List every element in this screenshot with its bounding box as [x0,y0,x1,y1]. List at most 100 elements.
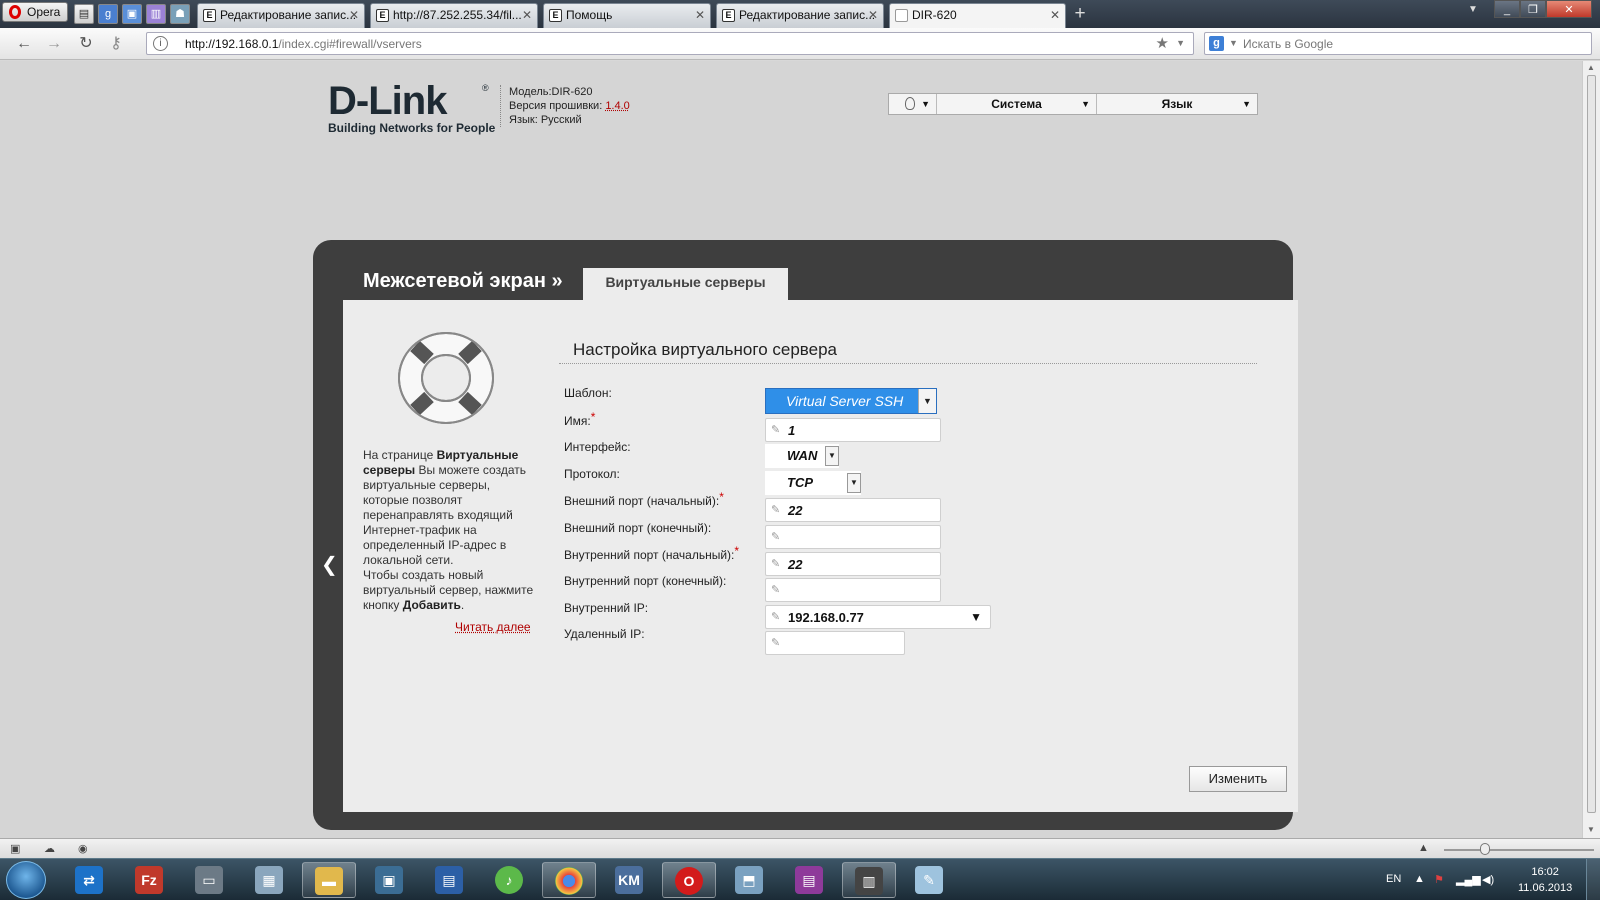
int-port-start-input[interactable]: ✎ 22 [765,552,941,576]
computer-icon[interactable]: ▭ [182,862,236,898]
back-arrow-icon[interactable]: ❮ [321,552,338,577]
forward-button[interactable]: → [44,34,64,54]
reload-button[interactable]: ↻ [76,34,96,54]
google-icon[interactable]: g [1209,36,1224,51]
monitor-icon[interactable]: ▣ [362,862,416,898]
browser-status-bar: ▣ ☁ ◉ ▲ [0,838,1600,858]
address-bar[interactable]: i http://192.168.0.1/index.cgi#firewall/… [146,32,1194,55]
tab-close-icon[interactable]: ✕ [522,4,532,27]
zoom-slider-knob[interactable] [1480,843,1490,855]
tab-dir-620[interactable]: DIR-620 ✕ [889,3,1066,28]
pencil-icon: ✎ [771,637,781,649]
name-label: Имя:* [564,410,596,428]
interface-select[interactable]: WAN ▼ [765,444,839,468]
change-button[interactable]: Изменить [1189,766,1287,792]
calculator-icon[interactable]: ▦ [242,862,296,898]
int-port-end-input[interactable]: ✎ [765,578,941,602]
opera-icon[interactable]: O [662,862,716,898]
tab-close-icon[interactable]: ✕ [1050,4,1060,27]
help-text: На странице Виртуальные серверы Вы может… [363,448,534,612]
volume-icon[interactable]: ◀) [1482,873,1494,886]
speed-dial-pinned-tab[interactable]: ▤ [74,4,94,24]
protocol-select[interactable]: TCP ▼ [765,471,861,495]
maximize-button[interactable]: ❐ [1520,0,1546,18]
messenger-pinned-tab[interactable]: ▣ [122,4,142,24]
paint-icon[interactable]: ✎ [902,862,956,898]
breadcrumb[interactable]: Межсетевой экран » [363,270,563,293]
winamp-icon[interactable]: ♪ [482,862,536,898]
show-desktop-button[interactable] [1586,859,1600,900]
close-window-button[interactable]: ✕ [1546,0,1592,18]
search-engine-chevron-icon[interactable]: ▼ [1229,38,1238,48]
tab-close-icon[interactable]: ✕ [695,4,705,27]
floppy-icon[interactable]: ▤ [422,862,476,898]
tab-title: DIR-620 [912,8,957,22]
help-menu[interactable]: ▼ [889,94,937,114]
ext-port-end-input[interactable]: ✎ [765,525,941,549]
system-menu[interactable]: Система ▼ [937,94,1097,114]
winrar-icon[interactable]: ▤ [782,862,836,898]
kmplayer-icon[interactable]: KM [602,862,656,898]
movie-maker-icon[interactable]: ▥ [842,862,896,898]
firmware-version[interactable]: 1.4.0 [605,100,629,112]
google-pinned-tab[interactable]: g [98,4,118,24]
show-hidden-icons-icon[interactable]: ▲ [1414,873,1425,885]
clock[interactable]: 16:02 11.06.2013 [1518,864,1572,896]
explorer-icon[interactable]: ▬ [302,862,356,898]
tabs-list-chevron-icon[interactable]: ▼ [1468,4,1478,15]
scroll-down-icon[interactable]: ▼ [1587,825,1595,834]
url-text[interactable]: http://192.168.0.1/index.cgi#firewall/vs… [185,37,422,51]
page-icon: E [376,9,389,22]
zoom-slider[interactable] [1444,849,1594,851]
android-pinned-tab[interactable]: ☗ [170,4,190,24]
read-more-link[interactable]: Читать далее [455,620,531,634]
template-select[interactable]: Virtual Server SSH ▼ [765,388,937,414]
ext-port-start-input[interactable]: ✎ 22 [765,498,941,522]
antivirus-icon[interactable]: ⚑ [1434,873,1444,886]
chrome-icon[interactable] [542,862,596,898]
site-info-icon[interactable]: i [153,36,168,51]
language-menu[interactable]: Язык ▼ [1097,94,1257,114]
search-placeholder: Искать в Google [1243,37,1334,51]
view-toggle-icon[interactable]: ▲ [1418,842,1429,854]
scroll-up-icon[interactable]: ▲ [1587,63,1595,72]
tab-edit-record-1[interactable]: E Редактирование запис... ✕ [197,3,365,28]
panel-toggle-icon[interactable]: ▣ [10,842,20,855]
input-language[interactable]: EN [1386,873,1401,885]
search-field[interactable]: g ▼ Искать в Google [1204,32,1592,55]
scroll-thumb[interactable] [1587,75,1596,813]
network-signal-icon[interactable]: ▂▄▆ [1456,873,1481,886]
back-button[interactable]: ← [14,34,34,54]
internal-ip-combobox[interactable]: ✎ 192.168.0.77 ▼ [765,605,991,629]
internal-ip-label: Внутренний IP: [564,601,649,615]
chevron-down-icon: ▼ [847,473,861,493]
tab-close-icon[interactable]: ✕ [868,4,878,27]
window-controls: _ ❐ ✕ [1494,0,1600,20]
remote-ip-input[interactable]: ✎ [765,631,905,655]
bookmark-star-icon[interactable]: ★ [1156,34,1169,52]
opera-menu-button[interactable]: Opera [2,2,68,22]
device-info: Модель:DIR-620 Версия прошивки: 1.4.0 Яз… [500,85,630,127]
tab-help[interactable]: E Помощь ✕ [543,3,711,28]
url-history-chevron-icon[interactable]: ▼ [1176,38,1185,48]
key-icon[interactable]: ⚷ [106,34,126,54]
vertical-scrollbar[interactable]: ▲ ▼ [1582,61,1600,838]
tab-file-server[interactable]: E http://87.252.255.34/fil... ✕ [370,3,538,28]
name-input[interactable]: ✎ 1 [765,418,941,442]
chevron-down-icon[interactable]: ▼ [970,610,982,624]
opera-logo-icon [9,5,21,19]
cloud-icon[interactable]: ☁ [44,842,55,855]
new-tab-button[interactable]: + [1070,3,1090,25]
start-button[interactable] [6,861,46,899]
tab-edit-record-2[interactable]: E Редактирование запис... ✕ [716,3,884,28]
tab-virtual-servers[interactable]: Виртуальные серверы [583,268,788,300]
turbo-icon[interactable]: ◉ [78,842,88,855]
int-port-end-label: Внутренний порт (конечный): [564,574,727,588]
filezilla-icon[interactable]: Fz [122,862,176,898]
protocol-label: Протокол: [564,467,620,481]
stats-pinned-tab[interactable]: ▥ [146,4,166,24]
tab-close-icon[interactable]: ✕ [349,4,359,27]
network-icon[interactable]: ⬒ [722,862,776,898]
minimize-button[interactable]: _ [1494,0,1520,18]
teamviewer-icon[interactable]: ⇄ [62,862,116,898]
